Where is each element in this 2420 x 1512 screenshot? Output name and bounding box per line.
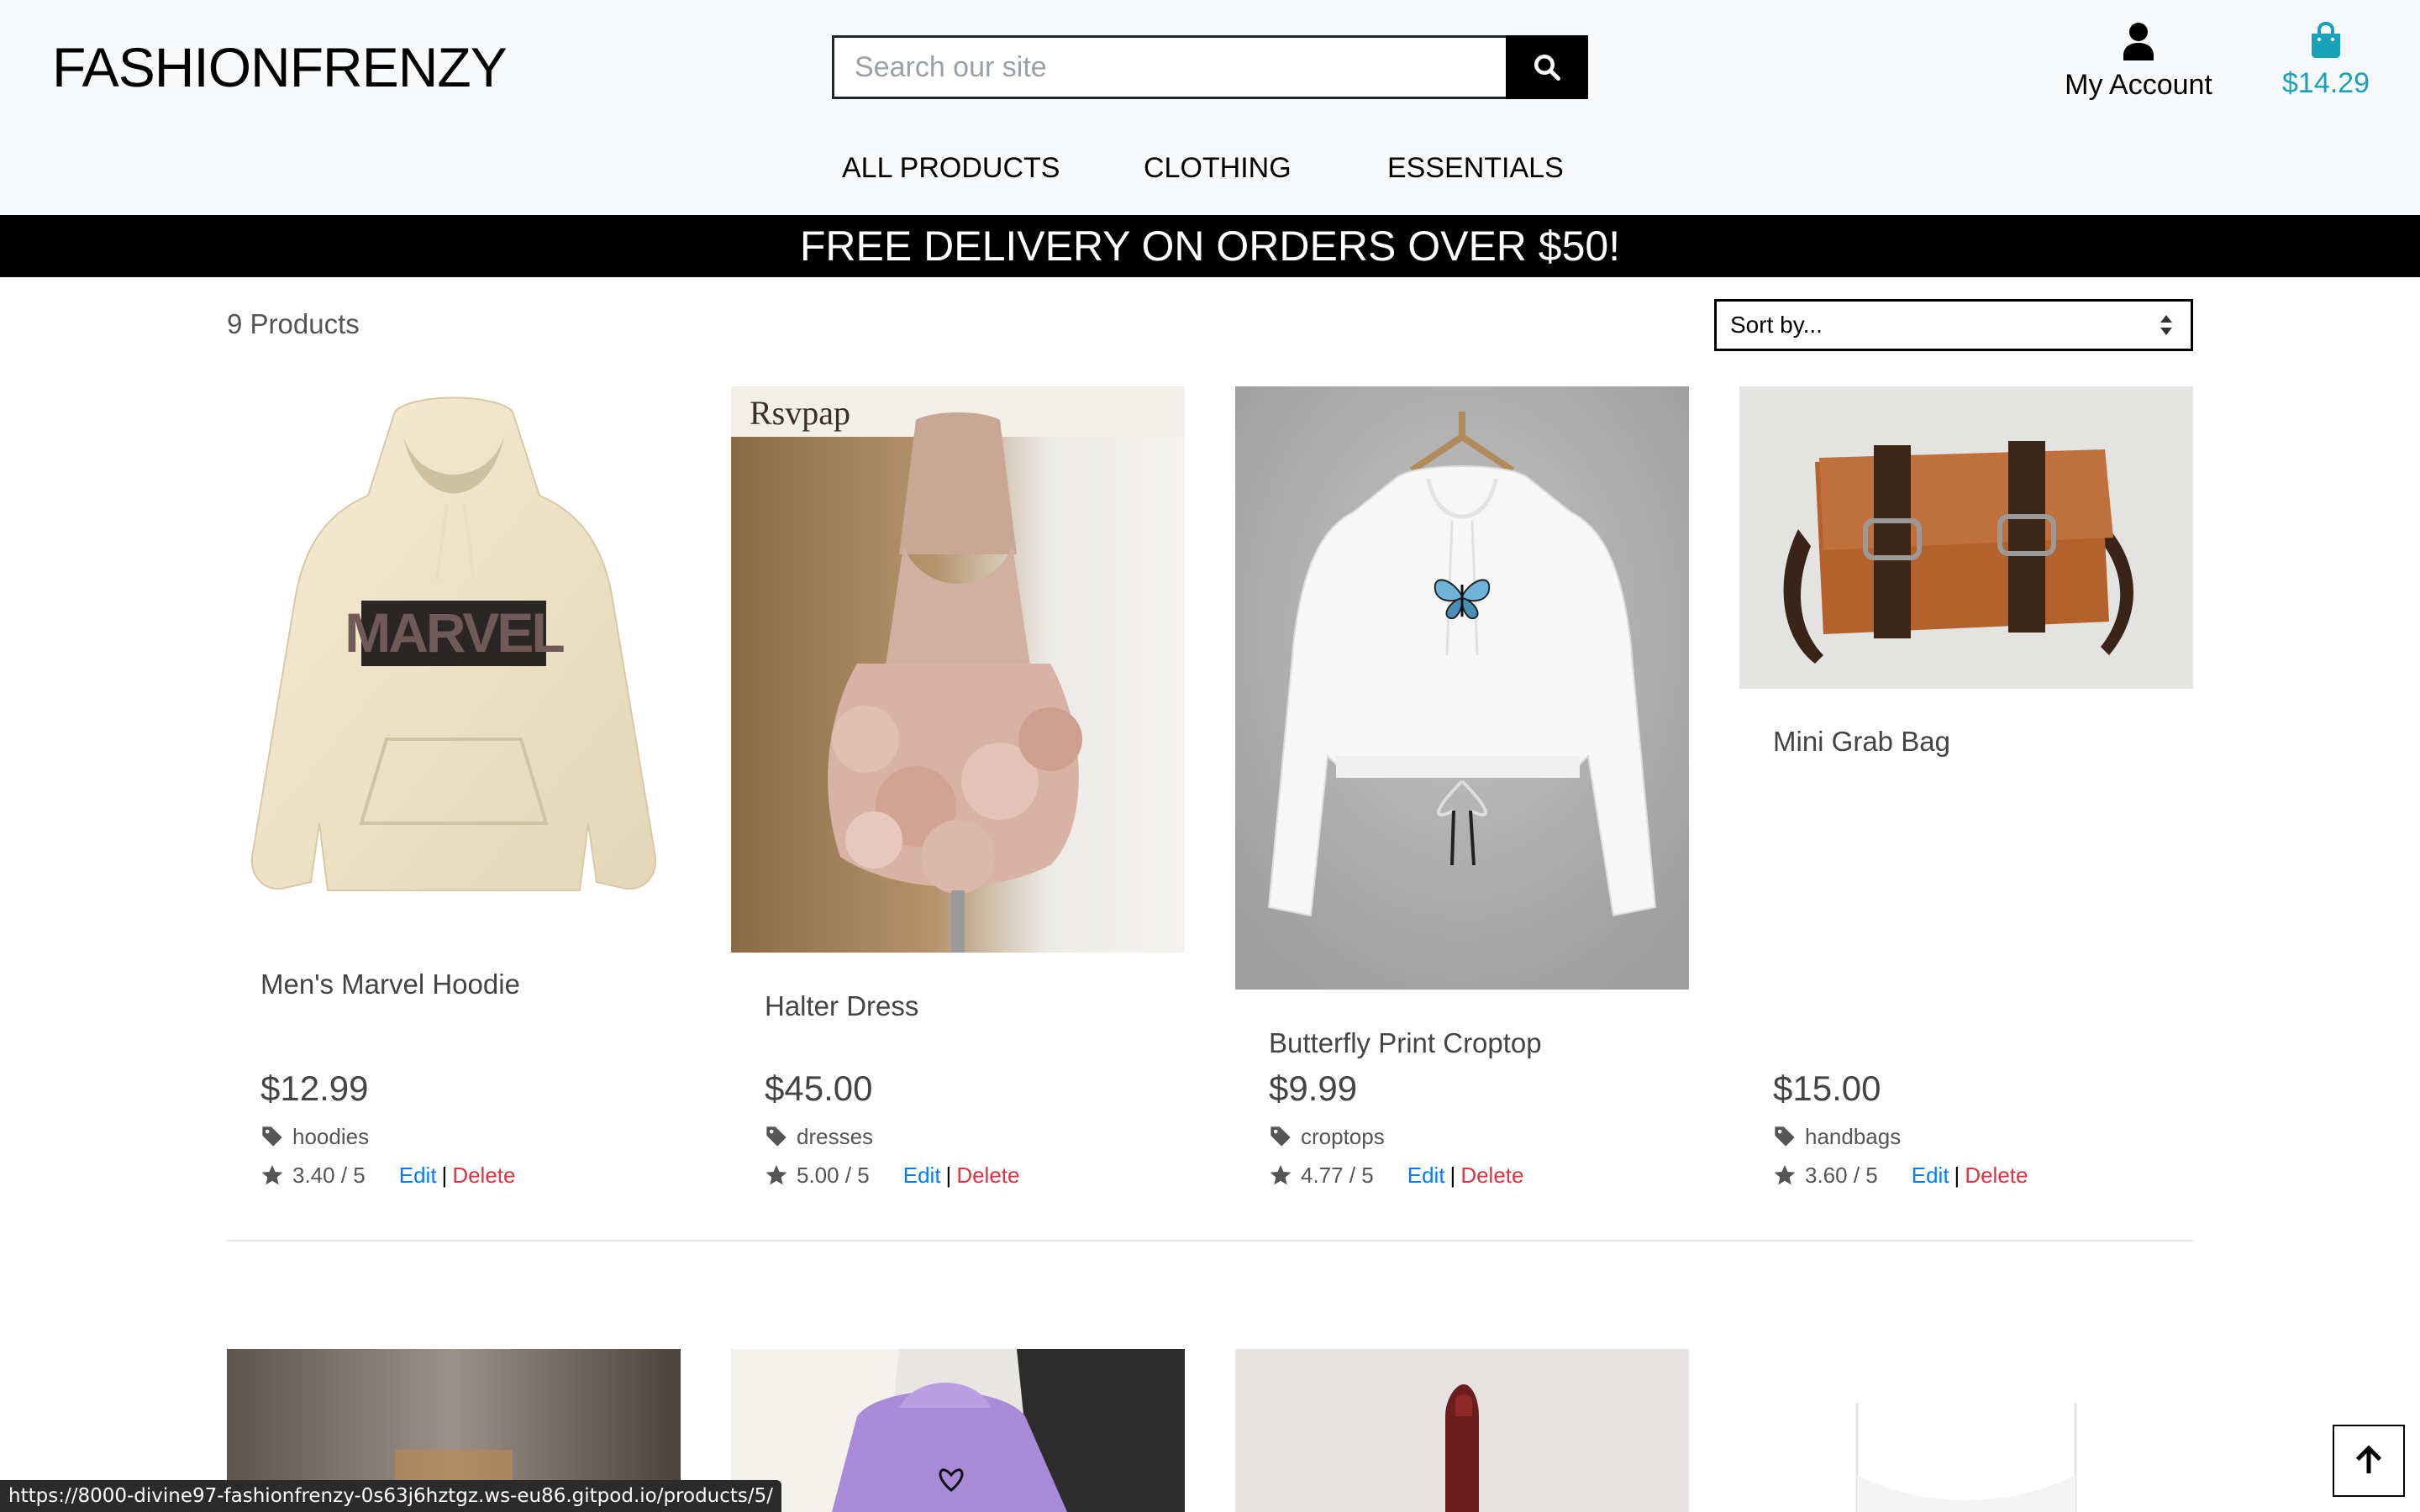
- search-input[interactable]: [832, 35, 1506, 99]
- product-image-hoodie[interactable]: MARVEL: [227, 386, 681, 924]
- arrow-up-icon: [2355, 1445, 2382, 1473]
- tag-icon: [766, 1126, 786, 1147]
- star-icon: [1774, 1164, 1796, 1185]
- product-rating: 5.00 / 5: [797, 1163, 870, 1188]
- my-account-label: My Account: [2065, 69, 2212, 101]
- product-rating: 3.40 / 5: [292, 1163, 366, 1188]
- product-price: $45.00: [765, 1068, 873, 1108]
- scroll-to-top-button[interactable]: [2333, 1425, 2405, 1497]
- product-meta: 3.60 / 5 Edit | Delete: [1773, 1161, 2028, 1189]
- separator: |: [1449, 1163, 1456, 1188]
- product-price: $12.99: [260, 1068, 369, 1108]
- product-category: handbags: [1805, 1124, 1902, 1149]
- star-icon: [261, 1164, 283, 1185]
- product-category: hoodies: [292, 1124, 370, 1149]
- search-icon: [1534, 55, 1561, 81]
- edit-link[interactable]: Edit: [1407, 1161, 1445, 1189]
- tag-icon: [1775, 1126, 1795, 1147]
- nav-essentials[interactable]: ESSENTIALS: [1387, 148, 1564, 188]
- product-category: dresses: [797, 1124, 874, 1149]
- product-category-link[interactable]: croptops: [1269, 1122, 1385, 1151]
- delete-link[interactable]: Delete: [956, 1161, 1019, 1189]
- star-icon: [1270, 1164, 1292, 1185]
- product-image-croptop[interactable]: [1235, 386, 1689, 990]
- product-category: croptops: [1301, 1124, 1385, 1149]
- product-image-row2-2[interactable]: [731, 1349, 1185, 1512]
- svg-text:MARVEL: MARVEL: [345, 601, 564, 664]
- shopping-bag-icon: [2312, 21, 2340, 58]
- sort-select-label: Sort by...: [1730, 312, 1823, 338]
- site-header: FASHIONFRENZY My Account $14.29 ALL PROD…: [0, 0, 2420, 215]
- product-image-dress[interactable]: Rsvpap: [731, 386, 1185, 953]
- my-account-link[interactable]: My Account: [2050, 22, 2227, 103]
- search-form: [832, 35, 1588, 99]
- cart-total: $14.29: [2282, 67, 2370, 99]
- product-count: 9 Products: [227, 308, 360, 339]
- site-logo[interactable]: FASHIONFRENZY: [52, 32, 508, 102]
- browser-status-url: https://8000-divine97-fashionfrenzy-0s63…: [0, 1480, 782, 1512]
- product-image-row2-3[interactable]: [1235, 1349, 1689, 1512]
- separator: |: [1954, 1163, 1960, 1188]
- product-title[interactable]: Mini Grab Bag: [1773, 723, 1950, 760]
- product-meta: 4.77 / 5 Edit | Delete: [1269, 1161, 1523, 1189]
- product-title[interactable]: Men's Marvel Hoodie: [260, 966, 520, 1003]
- product-rating: 4.77 / 5: [1301, 1163, 1374, 1188]
- product-price: $15.00: [1773, 1068, 1881, 1108]
- row-divider: [227, 1240, 2193, 1242]
- search-button[interactable]: [1506, 35, 1588, 99]
- product-image-row2-4[interactable]: [1739, 1349, 2193, 1512]
- nav-clothing[interactable]: CLOTHING: [1144, 148, 1292, 188]
- tag-icon: [1270, 1126, 1291, 1147]
- product-category-link[interactable]: dresses: [765, 1122, 873, 1151]
- sort-arrows-icon: [2160, 315, 2172, 335]
- nav-all-products[interactable]: ALL PRODUCTS: [842, 148, 1060, 188]
- cart-link[interactable]: $14.29: [2269, 21, 2383, 102]
- image-watermark: Rsvpap: [750, 394, 850, 432]
- product-title[interactable]: Butterfly Print Croptop: [1269, 1025, 1542, 1062]
- delete-link[interactable]: Delete: [452, 1161, 515, 1189]
- product-meta: 3.40 / 5 Edit | Delete: [260, 1161, 515, 1189]
- product-image-bag[interactable]: [1739, 386, 2193, 689]
- sort-select[interactable]: Sort by...: [1714, 299, 2193, 351]
- product-rating: 3.60 / 5: [1805, 1163, 1878, 1188]
- product-meta: 5.00 / 5 Edit | Delete: [765, 1161, 1019, 1189]
- tag-icon: [262, 1126, 282, 1147]
- delete-link[interactable]: Delete: [1460, 1161, 1523, 1189]
- separator: |: [441, 1163, 448, 1188]
- product-title[interactable]: Halter Dress: [765, 988, 918, 1025]
- edit-link[interactable]: Edit: [903, 1161, 941, 1189]
- product-price: $9.99: [1269, 1068, 1358, 1108]
- delete-link[interactable]: Delete: [1965, 1161, 2028, 1189]
- user-icon: [2123, 23, 2154, 60]
- edit-link[interactable]: Edit: [399, 1161, 437, 1189]
- product-category-link[interactable]: handbags: [1773, 1122, 1901, 1151]
- free-delivery-banner: FREE DELIVERY ON ORDERS OVER $50!: [0, 215, 2420, 277]
- main-nav: ALL PRODUCTS CLOTHING ESSENTIALS: [0, 148, 2420, 188]
- star-icon: [765, 1164, 787, 1185]
- separator: |: [945, 1163, 952, 1188]
- product-category-link[interactable]: hoodies: [260, 1122, 369, 1151]
- edit-link[interactable]: Edit: [1912, 1161, 1949, 1189]
